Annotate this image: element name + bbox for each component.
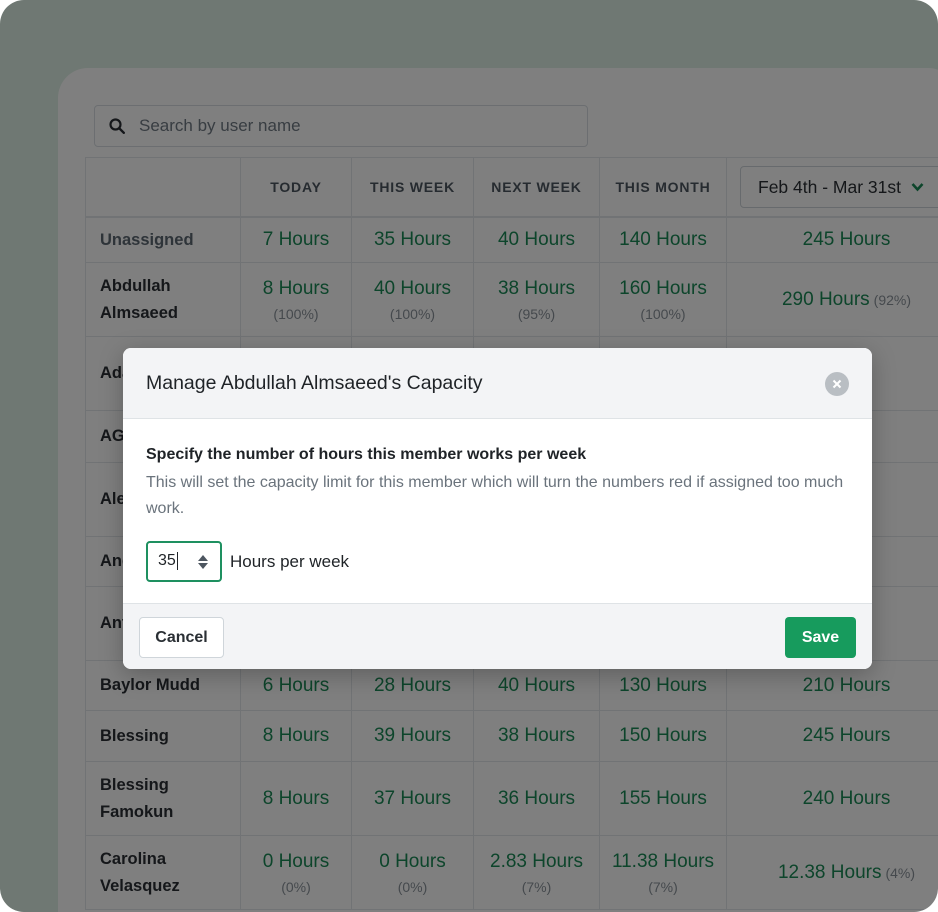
save-button[interactable]: Save [785,617,856,658]
chevron-down-icon[interactable] [198,562,208,569]
modal-heading: Specify the number of hours this member … [146,446,587,463]
cancel-button[interactable]: Cancel [139,617,224,658]
modal-body: Specify the number of hours this member … [123,419,872,603]
hours-per-week-input[interactable]: 35 [146,541,222,582]
modal-title: Manage Abdullah Almsaeed's Capacity [146,371,483,394]
modal-header: Manage Abdullah Almsaeed's Capacity [123,348,872,419]
close-icon [832,379,842,389]
capacity-row: 35 Hours per week [146,541,849,582]
modal-description: This will set the capacity limit for thi… [146,474,844,517]
chevron-up-icon[interactable] [198,554,208,561]
modal-footer: Cancel Save [123,603,872,669]
hours-stepper[interactable] [198,554,208,569]
text-cursor [176,552,178,571]
page-backdrop: TODAY THIS WEEK NEXT WEEK THIS MONTH Feb… [0,0,938,912]
close-button[interactable] [825,372,849,396]
hours-value: 35 [158,552,176,570]
hours-unit-label: Hours per week [230,551,350,571]
capacity-modal: Manage Abdullah Almsaeed's Capacity Spec… [123,348,872,669]
